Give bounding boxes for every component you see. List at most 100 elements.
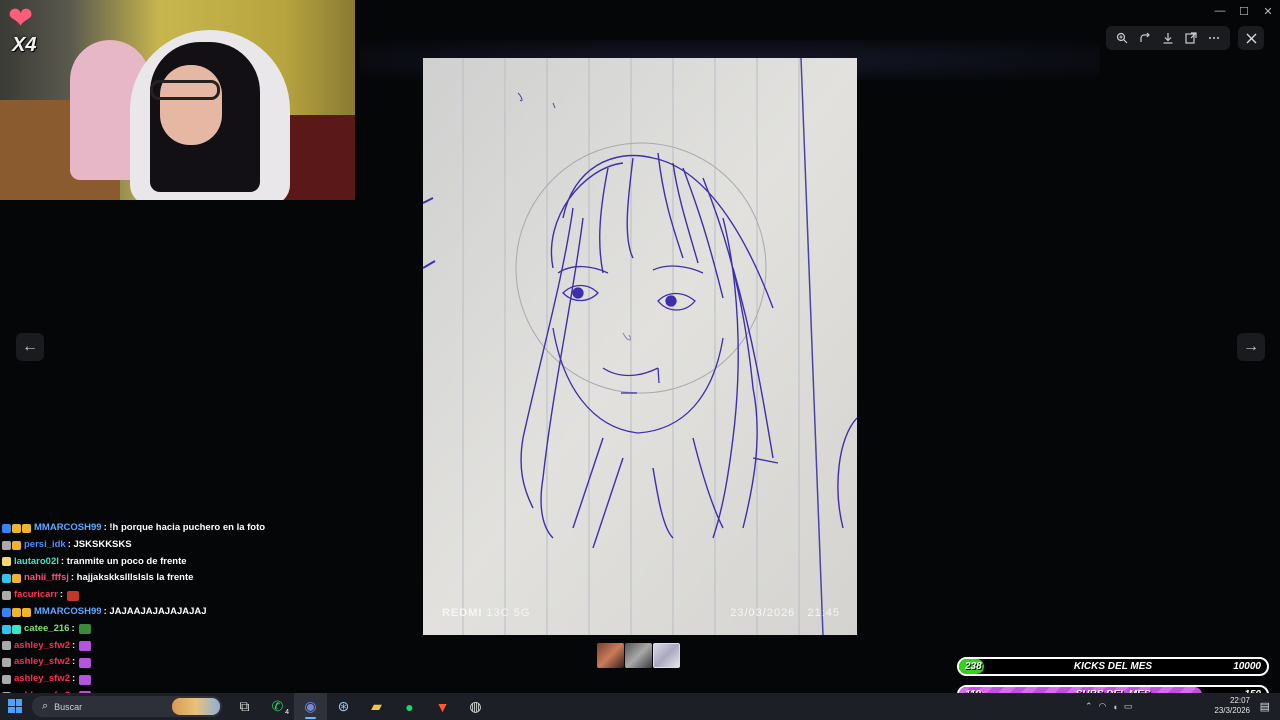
taskbar-search[interactable]: ⌕ Buscar [32,696,222,717]
filmstrip-thumbnail[interactable] [597,643,624,668]
chat-badges [2,624,21,634]
chat-username[interactable]: facuricarr [14,587,58,604]
emote-icon [78,624,91,635]
chat-username[interactable]: ashley_sfw2 [14,638,70,655]
clock-date: 23/3/2026 [1214,706,1250,715]
chat-username[interactable]: catee_216 [24,621,69,638]
steam-icon-glyph: ⊛ [337,698,350,714]
kicks-target: 10000 [1233,661,1261,672]
battery-icon[interactable]: ▭ [1124,701,1133,712]
chat-message: catee_216: [2,621,352,638]
network-icon[interactable]: ◠ [1099,701,1107,712]
chat-username[interactable]: ashley_sfw2 [14,654,70,671]
brave-icon[interactable]: ▼ [426,693,459,720]
chat-username[interactable]: MMARCOSH99 [34,520,102,537]
chat-badges [2,607,31,617]
badge-icon [2,607,11,617]
badge-icon [2,574,11,584]
next-photo-button[interactable]: → [1237,333,1265,361]
chat-badges [2,641,11,651]
filmstrip-thumbnail-selected[interactable] [653,643,680,668]
maximize-button[interactable]: ☐ [1232,2,1256,20]
chat-text: : [59,589,64,601]
chat-message: ashley_sfw2: [2,638,352,655]
chat-badges [2,574,21,584]
zoom-in-icon[interactable] [1112,28,1132,48]
emote-icon [79,640,92,651]
chat-username[interactable]: nahii_fffsj [24,570,69,587]
chat-badges [2,675,11,685]
window-close-button[interactable]: ✕ [1256,2,1280,20]
discord-icon-glyph: ◉ [304,698,317,714]
filmstrip-thumbnail[interactable] [625,643,652,668]
viewer-toolbar [1106,26,1230,50]
chat-username[interactable]: MMARCOSH99 [34,604,102,621]
chat-badges [2,557,11,567]
minimize-button[interactable]: — [1208,2,1232,20]
chat-text: : [71,639,76,651]
badge-icon [12,607,21,617]
spotify-icon[interactable]: ● [393,693,426,720]
app-badge: 4 [285,709,289,716]
taskbar: ⌕ Buscar ⧉ ✆ 4 ◉ ⊛ ▰ ● ▼ ◍ ⌃ ◠ ◖ ▭ 22:07 23/3/20… [0,693,1280,720]
chat-message: MMARCOSH99: !h porque hacia puchero en l… [2,520,352,537]
chat-text: : [71,656,76,668]
spotify-icon-glyph: ● [405,698,414,715]
chat-message: persi_idk: JSKSKKSKS [2,537,352,554]
rotate-icon[interactable] [1135,28,1155,48]
windows-start-icon[interactable] [8,699,22,713]
task-view-icon[interactable]: ⧉ [228,693,261,720]
chat-message: nahii_fffsj: hajjakskkslllslsls la frent… [2,570,352,587]
camera-model: 13C 5G [486,607,531,619]
badge-icon [2,658,11,668]
badge-icon [2,624,11,634]
badge-icon [22,523,31,533]
badge-icon [12,624,21,634]
chat-text: : JAJAAJAJAJAJAJAJ [103,605,207,617]
chat-message: facuricarr: [2,587,352,604]
kicks-title: KICKS DEL MES [1073,661,1153,672]
chat-username[interactable]: lautaro02l [14,554,59,571]
taskbar-clock[interactable]: 22:07 23/3/2026 [1214,696,1250,716]
file-explorer-icon[interactable]: ▰ [360,693,393,720]
photo-image[interactable]: REDMI 13C 5G 23/03/2026 21:45 [423,58,857,635]
open-external-icon[interactable] [1181,28,1201,48]
sketch-drawing [423,58,857,635]
chat-text: : !h porque hacia puchero en la foto [103,522,266,533]
badge-icon [2,591,11,601]
chat-message: ashley_sfw2: [2,671,352,688]
camera-model-stamp: REDMI 13C 5G [442,607,530,619]
chat-text: : JSKSKKSKS [67,538,132,550]
chat-text: : hajjakskkslllslsls la frente [70,572,194,584]
badge-icon [12,540,21,550]
badge-icon [22,607,31,617]
emote-icon [79,657,92,668]
discord-icon[interactable]: ◉ [294,693,327,720]
whatsapp-icon[interactable]: ✆ 4 [261,693,294,720]
more-icon[interactable] [1204,28,1224,48]
badge-icon [2,540,11,550]
notification-icon[interactable]: ▤ [1260,700,1270,713]
badge-icon [2,641,11,651]
heart-icon: ❤ [8,2,34,35]
close-icon [1246,33,1256,43]
camera-brand: REDMI [442,607,483,619]
volume-icon[interactable]: ◖ [1112,702,1117,712]
steam-icon[interactable]: ⊛ [327,693,360,720]
badge-icon [2,523,11,533]
obs-icon[interactable]: ◍ [459,693,492,720]
download-icon[interactable] [1158,28,1178,48]
chat-username[interactable]: persi_idk [24,537,66,554]
obs-icon-glyph: ◍ [469,698,482,714]
multiplier-badge: X4 [12,34,37,56]
emote-icon [67,590,80,601]
badge-icon [12,523,21,533]
previous-photo-button[interactable]: ← [16,333,44,361]
chevron-up-icon[interactable]: ⌃ [1085,701,1093,712]
chat-username[interactable]: ashley_sfw2 [14,671,70,688]
chat-text: : [71,622,75,634]
close-viewer-button[interactable] [1238,26,1264,50]
arrow-left-icon: ← [22,338,38,355]
chat-badges [2,591,11,601]
brave-icon-glyph: ▼ [435,698,450,715]
